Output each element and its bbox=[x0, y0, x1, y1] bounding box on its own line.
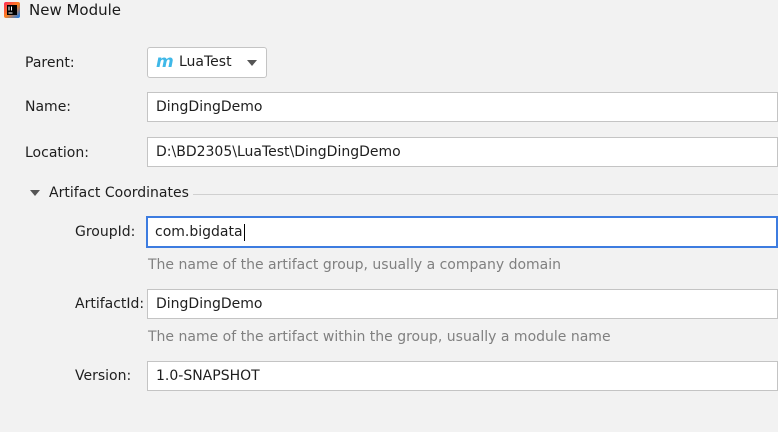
location-input[interactable]: D:\BD2305\LuaTest\DingDingDemo bbox=[147, 137, 778, 167]
name-input-value: DingDingDemo bbox=[156, 99, 263, 115]
artifactid-input[interactable]: DingDingDemo bbox=[147, 289, 778, 319]
artifact-section-title[interactable]: Artifact Coordinates bbox=[49, 185, 189, 201]
version-input[interactable]: 1.0-SNAPSHOT bbox=[147, 361, 778, 391]
svg-text:m: m bbox=[156, 53, 174, 71]
version-input-value: 1.0-SNAPSHOT bbox=[156, 368, 260, 384]
window-title: New Module bbox=[29, 1, 122, 19]
name-label: Name: bbox=[25, 99, 72, 115]
chevron-down-icon[interactable] bbox=[247, 60, 257, 66]
version-label: Version: bbox=[75, 368, 132, 384]
groupid-input-value: com.bigdata bbox=[155, 224, 243, 240]
new-module-dialog: New Module Parent: m LuaTest Name: DingD… bbox=[0, 0, 778, 432]
collapse-triangle-icon[interactable] bbox=[30, 190, 40, 196]
parent-label: Parent: bbox=[25, 55, 75, 71]
location-input-value: D:\BD2305\LuaTest\DingDingDemo bbox=[156, 144, 401, 160]
artifactid-label: ArtifactId: bbox=[75, 296, 145, 312]
section-divider bbox=[193, 194, 778, 195]
name-input[interactable]: DingDingDemo bbox=[147, 92, 778, 122]
artifactid-hint: The name of the artifact within the grou… bbox=[148, 329, 611, 345]
title-bar: New Module bbox=[0, 0, 778, 22]
text-caret bbox=[243, 223, 245, 241]
groupid-label: GroupId: bbox=[75, 224, 136, 240]
groupid-hint: The name of the artifact group, usually … bbox=[148, 257, 561, 273]
module-m-icon: m bbox=[156, 53, 174, 71]
groupid-input[interactable]: com.bigdata bbox=[146, 216, 778, 248]
artifactid-input-value: DingDingDemo bbox=[156, 296, 263, 312]
intellij-idea-icon bbox=[4, 2, 20, 18]
parent-dropdown[interactable]: m LuaTest bbox=[147, 47, 267, 78]
parent-dropdown-value: LuaTest bbox=[179, 54, 232, 70]
location-label: Location: bbox=[25, 145, 89, 161]
